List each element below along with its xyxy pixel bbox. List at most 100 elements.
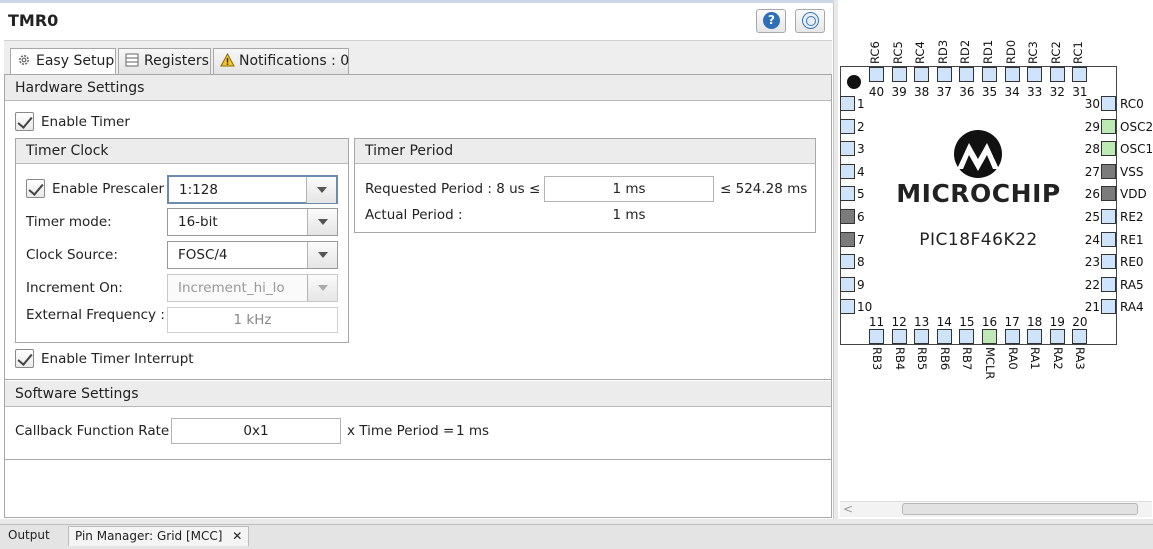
enable-prescaler-checkbox[interactable] (26, 179, 45, 198)
prescaler-select[interactable]: 1:128 (167, 175, 338, 204)
pin-name: RC5 (890, 41, 905, 64)
pin-number: 12 (891, 315, 907, 329)
pin-35[interactable] (982, 67, 997, 82)
tab-output[interactable]: Output (2, 526, 56, 546)
pin-number: 35 (981, 85, 998, 99)
tab-pin-manager[interactable]: Pin Manager: Grid [MCC] ✕ (68, 526, 250, 546)
pin-7[interactable] (840, 231, 855, 247)
pin-30[interactable] (1101, 96, 1116, 111)
pin-26[interactable] (1101, 186, 1116, 202)
box-title: Timer Clock (16, 139, 348, 164)
pin-33[interactable] (1027, 67, 1043, 82)
pin-38[interactable] (914, 67, 930, 82)
pin-name: RC2 (1048, 41, 1063, 64)
pin-8[interactable] (840, 254, 855, 270)
pin-name: RC0 (1120, 97, 1144, 111)
hardware-settings-section: Hardware Settings Enable Timer Timer Clo… (5, 75, 831, 380)
timer-mode-label: Timer mode: (26, 214, 112, 230)
pin-6[interactable] (840, 209, 855, 224)
enable-timer-interrupt-checkbox[interactable] (15, 349, 34, 368)
timer-mode-select[interactable]: 16-bit (167, 208, 338, 236)
pin-2[interactable] (840, 118, 855, 134)
pin-number: 24 (1084, 232, 1100, 247)
callback-rate-input[interactable]: 0x1 (171, 418, 341, 444)
pin-number: 36 (959, 85, 975, 99)
pin-28[interactable] (1101, 141, 1116, 157)
pin-name: RD2 (958, 39, 973, 64)
timer-period-box: Timer Period Requested Period : 8 us ≤ 1… (354, 138, 816, 233)
pin-9[interactable] (840, 276, 855, 292)
pin-number: 21 (1084, 300, 1100, 315)
pin-name: VSS (1120, 164, 1144, 179)
pin-4[interactable] (840, 163, 855, 179)
scroll-left-icon[interactable]: < (843, 502, 853, 516)
pin-20[interactable] (1072, 329, 1088, 344)
external-frequency-label: External Frequency : (26, 307, 165, 323)
pin-27[interactable] (1101, 163, 1116, 179)
pin-name: RD1 (981, 39, 995, 64)
chevron-down-icon[interactable] (306, 177, 336, 203)
pin-18[interactable] (1027, 329, 1043, 344)
requested-period-input[interactable]: 1 ms (544, 176, 714, 202)
chevron-down-icon[interactable] (307, 242, 337, 268)
pin-36[interactable] (959, 67, 975, 82)
tab-strip: Easy Setup Registers Notifications : 0 (4, 40, 832, 76)
pin-31[interactable] (1072, 67, 1088, 82)
pin-number: 22 (1084, 277, 1100, 292)
callback-suffix: x Time Period = (347, 423, 455, 439)
pin-39[interactable] (891, 67, 907, 82)
chevron-down-icon[interactable] (307, 275, 337, 301)
tab-notifications[interactable]: Notifications : 0 (213, 48, 349, 75)
pin-17[interactable] (1004, 329, 1020, 344)
pin-32[interactable] (1049, 67, 1065, 82)
pin-number: 14 (936, 315, 952, 329)
pin-name: VDD (1120, 187, 1147, 202)
close-icon[interactable]: ✕ (232, 529, 242, 543)
pin-40[interactable] (869, 67, 884, 82)
increment-on-select[interactable]: Increment_hi_lo (167, 274, 338, 302)
pin-number: 2 (857, 119, 865, 134)
section-title: Hardware Settings (5, 75, 831, 101)
pin-22[interactable] (1101, 276, 1116, 292)
pin-number: 19 (1049, 315, 1065, 329)
pin-name: OSC1 (1120, 142, 1153, 157)
chevron-down-icon[interactable] (307, 209, 337, 235)
help-button[interactable]: ? (756, 9, 786, 33)
pin-name: RA2 (1050, 347, 1065, 370)
pin-13[interactable] (914, 329, 930, 344)
pin-number: 8 (857, 255, 865, 270)
pin-34[interactable] (1004, 67, 1020, 82)
pin-24[interactable] (1101, 231, 1116, 247)
pin-14[interactable] (936, 329, 952, 344)
pin-37[interactable] (936, 67, 952, 82)
tab-registers[interactable]: Registers (118, 48, 211, 75)
actual-period-value: 1 ms (612, 207, 646, 223)
pin-23[interactable] (1101, 254, 1116, 270)
clock-source-select[interactable]: FOSC/4 (167, 241, 338, 269)
pin-10[interactable] (840, 299, 855, 315)
prescaler-value: 1:128 (179, 182, 218, 198)
pin-1[interactable] (840, 96, 855, 111)
pin-5[interactable] (840, 186, 855, 202)
pin-number: 6 (857, 210, 865, 224)
web-button[interactable] (795, 9, 825, 33)
pin-21[interactable] (1101, 299, 1116, 315)
pin-name: RC3 (1026, 41, 1041, 64)
pin-15[interactable] (959, 329, 975, 344)
tab-easy-setup[interactable]: Easy Setup (10, 48, 116, 76)
microchip-logo (949, 129, 1007, 183)
pin-12[interactable] (891, 329, 907, 344)
pin-29[interactable] (1101, 118, 1116, 134)
section-title: Software Settings (5, 381, 831, 407)
software-settings-section: Software Settings Callback Function Rate… (5, 381, 831, 460)
pin-25[interactable] (1101, 209, 1116, 224)
pin-3[interactable] (840, 141, 855, 157)
enable-timer-interrupt-label: Enable Timer Interrupt (41, 351, 194, 367)
scrollbar-thumb[interactable] (902, 503, 1138, 515)
pin-11[interactable] (869, 329, 884, 344)
enable-timer-checkbox[interactable] (15, 112, 34, 131)
external-frequency-input[interactable]: 1 kHz (167, 307, 338, 333)
pin-19[interactable] (1049, 329, 1065, 344)
pin-number: 33 (1027, 85, 1043, 99)
pin-16[interactable] (982, 329, 997, 344)
